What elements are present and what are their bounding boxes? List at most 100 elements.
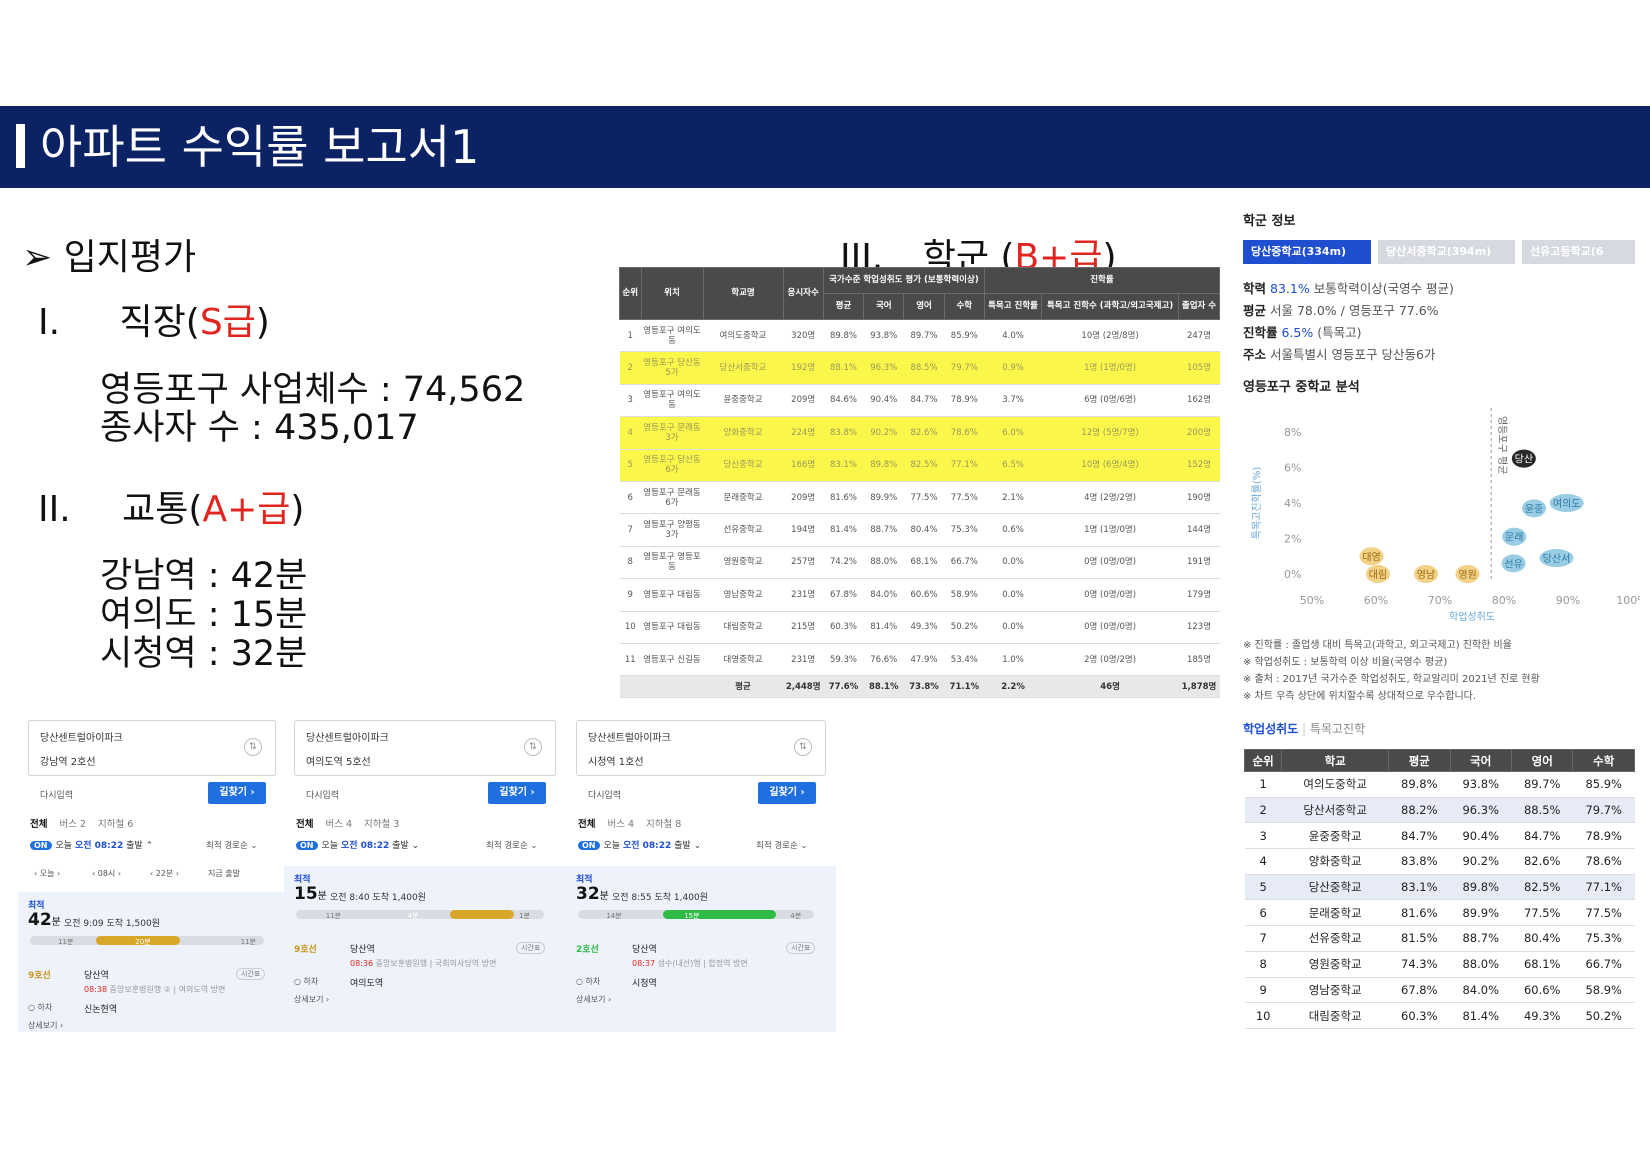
info-key: 진학률 (1243, 325, 1278, 340)
time-selector[interactable]: 지금 출발 (208, 868, 240, 879)
traffic-stat-yeouido: 여의도 : 15분 (100, 595, 308, 635)
route-destination[interactable]: 시청역 1호선 (588, 753, 644, 768)
traffic-grade: A+급 (202, 489, 291, 530)
details-link[interactable]: 상세보기 › (294, 994, 329, 1005)
route-destination[interactable]: 강남역 2호선 (40, 753, 96, 768)
chart-note: ※ 출처 : 2017년 국가수준 학업성취도, 학교알리미 2021년 진로 … (1243, 674, 1540, 685)
find-route-button[interactable]: 길찾기 › (208, 782, 266, 804)
table-row[interactable]: 7 선유중학교 81.5% 88.7% 80.4% 75.3% (1244, 925, 1635, 952)
route-card: 당산센트럴아이파크여의도역 5호선 ⇅ 다시입력 길찾기 › 전체 버스 4 지하철 3 ON… (284, 712, 566, 1032)
departure-time[interactable]: ON 오늘 오전 08:22 출발 ⌄ (578, 838, 701, 851)
find-route-button[interactable]: 길찾기 › (758, 782, 816, 804)
table-cell: 영남중학교 (703, 578, 783, 612)
table-row[interactable]: 6 문래중학교 81.6% 89.9% 77.5% 77.5% (1244, 899, 1635, 927)
timeline-label: 15분 (684, 912, 700, 920)
sort-dropdown[interactable]: 최적 경로순 ⌄ (206, 839, 258, 851)
table-cell: 2명 (0명/2명) (1041, 643, 1179, 677)
table-cell: 1명 (1명/0명) (1041, 513, 1179, 547)
swap-icon[interactable]: ⇅ (794, 738, 812, 756)
info-line: 평균 서울 78.0% / 영등포구 77.6% (1243, 300, 1439, 319)
table-cell: 162명 (1178, 384, 1220, 418)
route-tab[interactable]: 지하철 3 (364, 819, 399, 830)
reference-line-label: 영등포구 평균 (1496, 416, 1508, 474)
x-tick-label: 100% (1616, 594, 1640, 607)
x-tick-label: 80% (1492, 594, 1516, 607)
route-tab[interactable]: 전체 (578, 819, 595, 830)
route-tabs[interactable]: 전체 버스 2 지하철 6 (30, 816, 145, 830)
info-rest: 서울특별시 영등포구 당산동6가 (1270, 347, 1436, 362)
details-link[interactable]: 상세보기 › (576, 994, 611, 1005)
reset-button[interactable]: 다시입력 (40, 788, 73, 801)
boarding-station: 당산역 (84, 971, 109, 981)
route-tab[interactable]: 전체 (296, 819, 313, 830)
timetable-button[interactable]: 시간표 (236, 968, 266, 980)
reset-button[interactable]: 다시입력 (588, 788, 621, 801)
table-row[interactable]: 8 영원중학교 74.3% 88.0% 68.1% 66.7% (1244, 951, 1635, 978)
time-selector[interactable]: ‹ 08시 › (92, 868, 121, 879)
tab-dangsanseo-middle[interactable]: 당산서중학교(394m) (1378, 240, 1515, 264)
table-cell: 78.6% (944, 416, 985, 450)
table-cell: 68.1% (903, 546, 945, 580)
route-tab[interactable]: 버스 4 (607, 819, 634, 830)
table-cell: 영등포구 여의도 동 (641, 319, 703, 353)
subtab-achievement[interactable]: 학업성취도 (1243, 722, 1298, 736)
table-cell: 영등포구 영등포 동 (641, 546, 703, 580)
scatter-point-label: 문래 (1505, 532, 1523, 544)
table-cell: 49.3% (1511, 1002, 1573, 1029)
route-origin[interactable]: 당산센트럴아이파크 (588, 729, 671, 744)
timetable-button[interactable]: 시간표 (786, 942, 816, 954)
route-minutes: 15분 (294, 884, 327, 904)
subtab-special[interactable]: 특목고진학 (1310, 722, 1365, 736)
route-card: 당산센트럴아이파크강남역 2호선 ⇅ 다시입력 길찾기 › 전체 버스 2 지하철 6 ON 오… (18, 712, 286, 1032)
table-cell: 6.5% (984, 449, 1042, 482)
table-row: 11 영등포구 신길동 대영중학교 231명 59.3% 76.6% 47.9% 53.4% 1… (619, 643, 1220, 677)
info-rest: 서울 78.0% / 영등포구 77.6% (1270, 303, 1439, 318)
table-row[interactable]: 10 대림중학교 60.3% 81.4% 49.3% 50.2% (1244, 1002, 1635, 1029)
route-tabs[interactable]: 전체 버스 4 지하철 3 (296, 816, 411, 830)
time-selector[interactable]: ‹ 오늘 › (34, 868, 60, 879)
table-cell: 85.9% (1572, 771, 1635, 798)
route-card: 당산센트럴아이파크시청역 1호선 ⇅ 다시입력 길찾기 › 전체 버스 4 지하철 8 ON 오… (566, 712, 836, 1032)
swap-icon[interactable]: ⇅ (524, 738, 542, 756)
departure-time[interactable]: ON 오늘 오전 08:22 출발 ⌄ (296, 838, 419, 851)
details-link[interactable]: 상세보기 › (28, 1020, 63, 1031)
table-row[interactable]: 9 영남중학교 67.8% 84.0% 60.6% 58.9% (1244, 977, 1635, 1004)
table-cell: 82.5% (1511, 874, 1573, 901)
tab-seonyu-high[interactable]: 선유고등학교(6 (1522, 240, 1635, 264)
route-tab[interactable]: 버스 2 (59, 819, 86, 830)
train-time: 08:38 (84, 985, 108, 994)
route-origin[interactable]: 당산센트럴아이파크 (40, 729, 123, 744)
job-num: I. (38, 302, 61, 343)
table-row[interactable]: 2 당산서중학교 88.2% 96.3% 88.5% 79.7% (1244, 797, 1635, 824)
table-cell: 당산중학교 (703, 449, 783, 482)
time-selector[interactable]: ‹ 22분 › (150, 868, 179, 879)
departure-suffix: 출발 ⌃ (126, 841, 154, 851)
reset-button[interactable]: 다시입력 (306, 788, 339, 801)
x-tick-label: 50% (1300, 594, 1324, 607)
info-line: 주소 서울특별시 영등포구 당산동6가 (1243, 344, 1435, 363)
route-tab[interactable]: 버스 4 (325, 819, 352, 830)
sort-dropdown[interactable]: 최적 경로순 ⌄ (756, 839, 808, 851)
route-tab[interactable]: 지하철 6 (98, 819, 133, 830)
table-row[interactable]: 4 양화중학교 83.8% 90.2% 82.6% 78.6% (1244, 848, 1635, 875)
route-tabs[interactable]: 전체 버스 4 지하철 8 (578, 816, 693, 830)
find-route-button[interactable]: 길찾기 › (488, 782, 546, 804)
table-row[interactable]: 1 여의도중학교 89.8% 93.8% 89.7% 85.9% (1244, 771, 1635, 798)
route-tab[interactable]: 지하철 8 (646, 819, 681, 830)
table-row[interactable]: 5 당산중학교 83.1% 89.8% 82.5% 77.1% (1244, 874, 1635, 901)
swap-icon[interactable]: ⇅ (244, 738, 262, 756)
table-footer-cell: 평균 (703, 675, 783, 699)
school-rank-table-body: 1 영등포구 여의도 동 여의도중학교 320명 89.8% 93.8% 89.7% 85.9… (619, 319, 1220, 699)
table-footer-cell: 2,448명 (783, 675, 824, 699)
table-row[interactable]: 3 윤중중학교 84.7% 90.4% 84.7% 78.9% (1244, 822, 1635, 850)
departure-time[interactable]: ON 오늘 오전 08:22 출발 ⌃ (30, 838, 153, 851)
job-label: 직장( (119, 302, 200, 343)
tab-dangsan-middle[interactable]: 당산중학교(334m) (1243, 240, 1371, 264)
timeline-label: 11분 (58, 938, 74, 946)
timetable-button[interactable]: 시간표 (516, 942, 546, 954)
route-destination[interactable]: 여의도역 5호선 (306, 753, 371, 768)
route-origin[interactable]: 당산센트럴아이파크 (306, 729, 389, 744)
sort-dropdown[interactable]: 최적 경로순 ⌄ (486, 839, 538, 851)
table-cell: 81.6% (1388, 899, 1451, 927)
route-tab[interactable]: 전체 (30, 819, 47, 830)
